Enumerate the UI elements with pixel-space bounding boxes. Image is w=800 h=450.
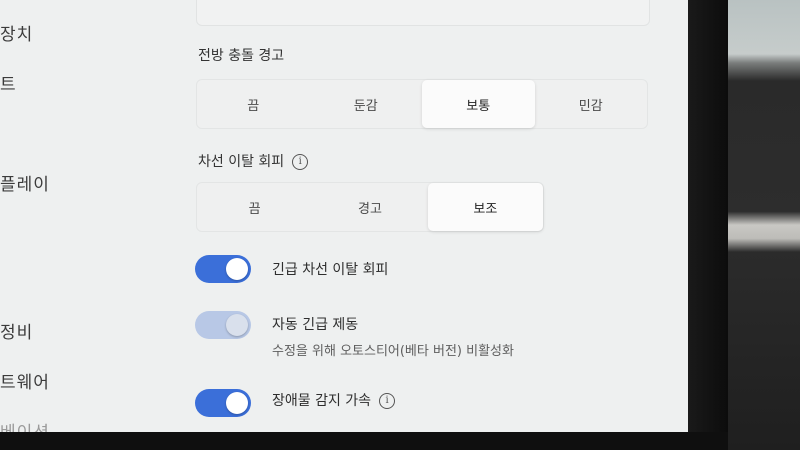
emergency-lane-toggle[interactable] — [195, 255, 251, 283]
lane-departure-option-assist[interactable]: 보조 — [427, 183, 543, 231]
forward-collision-option-medium[interactable]: 보통 — [422, 80, 535, 128]
obstacle-accel-label: 장애물 감지 가속 — [272, 393, 372, 409]
info-icon[interactable]: i — [292, 154, 309, 170]
toggle-knob — [226, 392, 248, 414]
forward-collision-option-early[interactable]: 민감 — [535, 80, 648, 128]
obstacle-accel-toggle[interactable] — [195, 389, 251, 417]
sidebar-item-service[interactable]: 정비 — [0, 318, 33, 343]
settings-screen: 장치 트 플레이 정비 트웨어 베이션 전방 충돌 경고 끔 둔감 보통 민감 … — [0, 0, 688, 432]
sidebar-item-software[interactable]: 트웨어 — [0, 368, 50, 393]
lane-departure-selector: 끔 경고 보조 — [196, 182, 544, 232]
toggle-knob — [226, 258, 248, 280]
lane-departure-label-row: 차선 이탈 회피 i — [198, 151, 309, 171]
lane-departure-label: 차선 이탈 회피 — [198, 154, 285, 170]
sidebar-item-navigation[interactable]: 베이션 — [0, 418, 50, 432]
forward-collision-option-off[interactable]: 끔 — [197, 80, 310, 128]
sidebar-item-display[interactable]: 플레이 — [0, 170, 50, 195]
sidebar: 장치 트 플레이 정비 트웨어 베이션 — [0, 0, 150, 432]
car-interior-background — [728, 0, 800, 450]
previous-setting-box — [196, 0, 650, 26]
forward-collision-option-late[interactable]: 둔감 — [310, 80, 423, 128]
lane-departure-option-warning[interactable]: 경고 — [312, 183, 427, 231]
screen-bezel-right — [688, 0, 728, 450]
info-icon[interactable]: i — [379, 393, 396, 409]
auto-emergency-braking-label: 자동 긴급 제동 — [272, 317, 359, 333]
auto-emergency-braking-sublabel: 수정을 위해 오토스티어(베타 버전) 비활성화 — [272, 344, 514, 359]
sidebar-item-devices[interactable]: 장치 — [0, 20, 33, 45]
screen-bezel-bottom — [0, 432, 728, 450]
auto-emergency-braking-toggle — [195, 311, 251, 339]
forward-collision-selector: 끔 둔감 보통 민감 — [196, 79, 648, 129]
sidebar-item-partial[interactable]: 트 — [0, 70, 17, 95]
forward-collision-label: 전방 충돌 경고 — [198, 48, 285, 64]
toggle-knob — [226, 314, 248, 336]
emergency-lane-label: 긴급 차선 이탈 회피 — [272, 262, 389, 278]
lane-departure-option-off[interactable]: 끔 — [197, 183, 312, 231]
obstacle-accel-label-row: 장애물 감지 가속 i — [272, 390, 396, 410]
